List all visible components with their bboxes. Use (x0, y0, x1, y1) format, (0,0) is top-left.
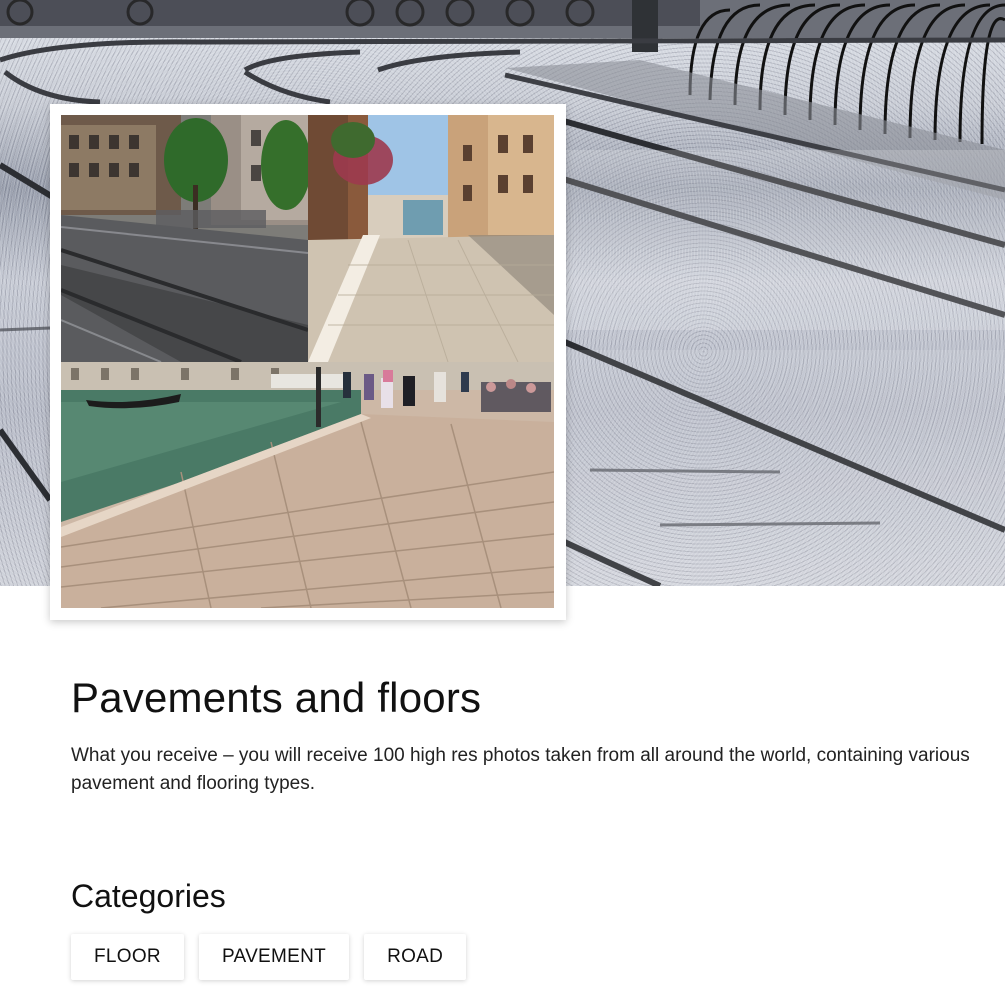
page-title: Pavements and floors (71, 674, 482, 721)
product-description: What you receive – you will receive 100 … (71, 745, 970, 794)
product-page: Pavements and floors What you receive – … (0, 0, 1005, 1005)
collage-card[interactable] (50, 104, 566, 620)
category-chip-pavement[interactable]: PAVEMENT (198, 934, 350, 980)
collage-grid (61, 115, 554, 608)
category-chip-list: FLOOR PAVEMENT ROAD (71, 934, 467, 980)
category-chip-road[interactable]: ROAD (364, 934, 467, 980)
category-chip-floor[interactable]: FLOOR (71, 934, 184, 980)
collage-tile-brick-pavement[interactable] (61, 362, 554, 608)
collage-tile-canal-walkway[interactable] (308, 115, 554, 362)
collage-tile-street[interactable] (61, 115, 308, 362)
categories-heading: Categories (71, 878, 226, 914)
